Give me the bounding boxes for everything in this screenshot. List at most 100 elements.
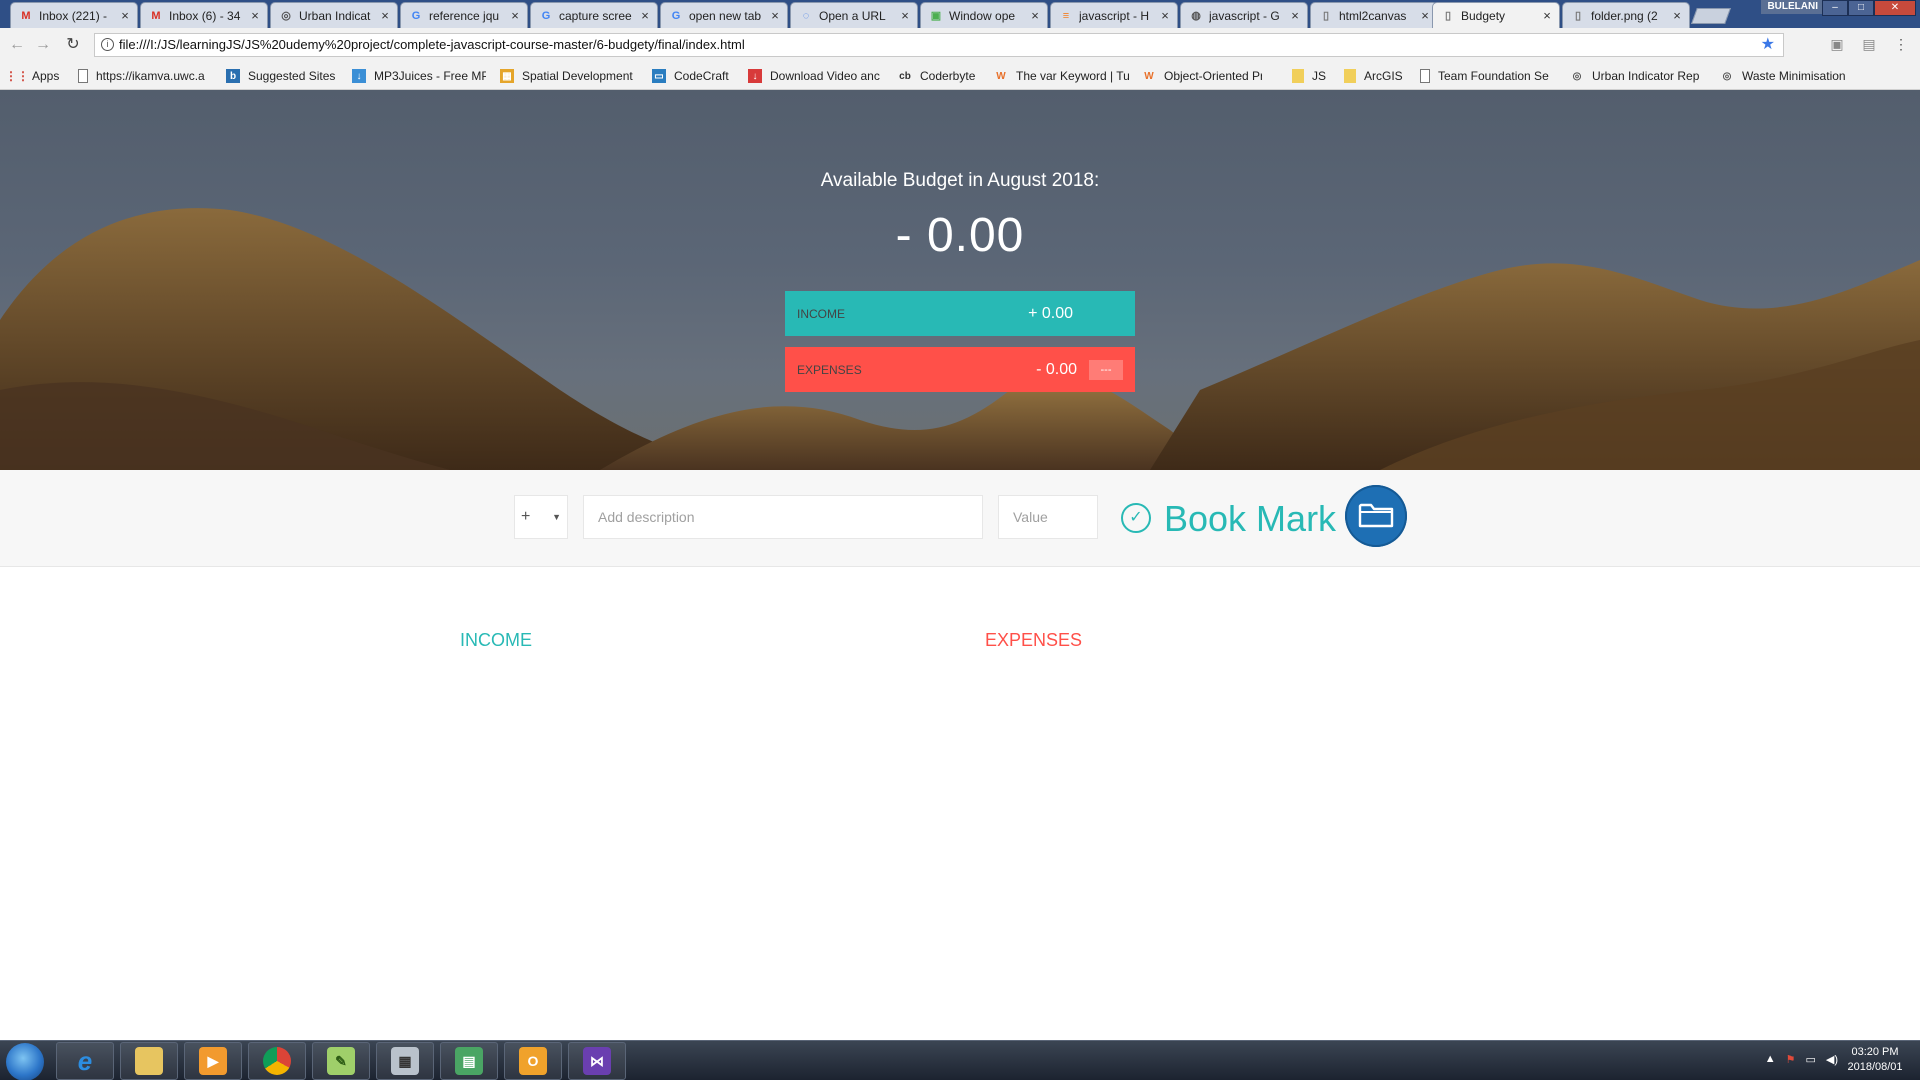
bookmark-var-keyword[interactable]: W The var Keyword | Tu	[994, 67, 1130, 85]
gmail-icon: M	[21, 9, 31, 22]
close-icon[interactable]: ×	[507, 8, 523, 23]
forward-arrow-icon[interactable]: →	[32, 34, 54, 56]
start-button[interactable]	[6, 1043, 44, 1080]
download-icon: ↓	[352, 69, 366, 83]
system-clock[interactable]: 03:20 PM 2018/08/01	[1840, 1045, 1910, 1075]
site-icon: ◎	[1572, 70, 1582, 82]
bookmark-spatial-development[interactable]: ▦ Spatial Development	[500, 67, 640, 85]
bookmark-suggested-sites[interactable]: b Suggested Sites	[226, 67, 342, 85]
show-hidden-icons-icon[interactable]: ▲	[1765, 1053, 1776, 1066]
add-value-input[interactable]	[998, 495, 1098, 539]
close-icon[interactable]: ×	[117, 8, 133, 23]
close-icon[interactable]: ×	[897, 8, 913, 23]
close-icon[interactable]: ×	[637, 8, 653, 23]
maximize-button[interactable]: □	[1848, 0, 1874, 16]
tab-inbox-221[interactable]: M Inbox (221) - ×	[10, 2, 138, 28]
bookmark-coderbyte[interactable]: cb Coderbyte	[898, 67, 998, 85]
bookmark-label: Suggested Sites	[248, 69, 336, 83]
loading-icon: ◌	[802, 9, 810, 22]
taskbar-internet-explorer[interactable]: e	[56, 1042, 114, 1080]
star-bookmark-icon[interactable]: ★	[1761, 34, 1775, 56]
tab-open-new-tab[interactable]: G open new tab ×	[660, 2, 788, 28]
close-icon[interactable]: ×	[377, 8, 393, 23]
w3-icon: W	[1144, 70, 1154, 82]
extension-icon[interactable]: ▣	[1828, 36, 1846, 54]
address-toolbar: ← → ↻ i file:///I:/JS/learningJS/JS%20ud…	[0, 28, 1920, 62]
tab-label: Inbox (6) - 34	[169, 8, 241, 23]
tab-label: Window ope	[949, 8, 1016, 23]
back-arrow-icon[interactable]: ←	[6, 34, 28, 56]
taskbar-media-player[interactable]: ▶	[184, 1042, 242, 1080]
new-tab-button[interactable]	[1691, 8, 1731, 24]
tab-window-open[interactable]: ▣ Window ope ×	[920, 2, 1048, 28]
menu-icon[interactable]: ⋮	[1892, 36, 1910, 54]
bookmark-mp3juices[interactable]: ↓ MP3Juices - Free MP	[352, 67, 486, 85]
tab-label: javascript - H	[1079, 8, 1150, 23]
add-checkmark-button[interactable]: ✓	[1121, 503, 1151, 533]
minimize-button[interactable]: –	[1822, 0, 1848, 16]
taskbar-chrome[interactable]	[248, 1042, 306, 1080]
close-icon[interactable]: ×	[1157, 8, 1173, 23]
taskbar-file-explorer[interactable]	[120, 1042, 178, 1080]
action-center-flag-icon[interactable]: ⚑	[1786, 1053, 1796, 1066]
close-icon[interactable]: ×	[1539, 8, 1555, 23]
folder-icon-button[interactable]	[1345, 485, 1407, 547]
google-icon: G	[411, 9, 421, 22]
bookmark-team-foundation[interactable]: Team Foundation Se	[1420, 67, 1556, 85]
bookmark-ikamva[interactable]: https://ikamva.uwc.a	[78, 67, 214, 85]
bookmark-urban-indicator[interactable]: ◎ Urban Indicator Rep	[1570, 67, 1706, 85]
taskbar-project[interactable]: ▤	[440, 1042, 498, 1080]
bookmark-label: Spatial Development	[522, 69, 633, 83]
bookmark-folder-arcgis[interactable]: ArcGIS	[1344, 67, 1403, 85]
close-icon[interactable]: ×	[1669, 8, 1685, 23]
reload-icon[interactable]: ↻	[62, 34, 84, 56]
bookmark-label: ArcGIS	[1364, 69, 1403, 83]
add-item-bar: + ▼ ✓ Book Mark	[0, 470, 1920, 567]
globe-icon: ◍	[1191, 10, 1201, 22]
bookmark-apps[interactable]: ⋮⋮ Apps	[10, 67, 59, 85]
bookmark-download-video[interactable]: ↓ Download Video anc	[748, 67, 884, 85]
close-icon[interactable]: ×	[767, 8, 783, 23]
income-summary: Income + 0.00	[785, 291, 1135, 336]
close-icon[interactable]: ×	[247, 8, 263, 23]
tab-label: javascript - G	[1209, 8, 1280, 23]
tab-reference-jquery[interactable]: G reference jqu ×	[400, 2, 528, 28]
clock-time: 03:20 PM	[1851, 1046, 1899, 1058]
window-close-button[interactable]: ✕	[1874, 0, 1916, 16]
tab-html2canvas[interactable]: ▯ html2canvas ×	[1310, 2, 1438, 28]
volume-icon[interactable]: ◀)	[1826, 1053, 1838, 1066]
taskbar-outlook[interactable]: O	[504, 1042, 562, 1080]
add-type-select[interactable]: + ▼	[514, 495, 568, 539]
taskbar-visual-studio[interactable]: ⋈	[568, 1042, 626, 1080]
tab-capture-screen[interactable]: G capture scree ×	[530, 2, 658, 28]
tab-open-url[interactable]: ◌ Open a URL ×	[790, 2, 918, 28]
stackoverflow-icon: ≡	[1062, 9, 1070, 22]
bookmark-waste-minimisation[interactable]: ◎ Waste Minimisation	[1720, 67, 1856, 85]
bookmark-codecraft[interactable]: ▭ CodeCraft	[652, 67, 752, 85]
tab-inbox-6[interactable]: M Inbox (6) - 34 ×	[140, 2, 268, 28]
info-icon[interactable]: i	[101, 38, 114, 51]
pdf-extension-icon[interactable]: ▤	[1860, 36, 1878, 54]
bookmark-folder-js[interactable]: JS	[1292, 67, 1326, 85]
profile-badge[interactable]: BULELANI	[1761, 0, 1824, 14]
bookmark-label: https://ikamva.uwc.a	[96, 69, 205, 83]
close-icon[interactable]: ×	[1027, 8, 1043, 23]
bookmark-label-text[interactable]: Book Mark	[1164, 498, 1336, 540]
tab-budgety[interactable]: ▯ Budgety ×	[1432, 2, 1560, 28]
tab-javascript-g[interactable]: ◍ javascript - G ×	[1180, 2, 1308, 28]
bookmark-object-oriented[interactable]: W Object-Oriented Pro	[1142, 67, 1262, 85]
tab-label: capture scree	[559, 8, 632, 23]
internet-explorer-icon: e	[77, 1045, 93, 1076]
tab-javascript-h[interactable]: ≡ javascript - H ×	[1050, 2, 1178, 28]
address-bar[interactable]: i file:///I:/JS/learningJS/JS%20udemy%20…	[94, 33, 1784, 57]
add-description-input[interactable]	[583, 495, 983, 539]
tab-urban-indicator[interactable]: ◎ Urban Indicat ×	[270, 2, 398, 28]
tab-folder-png[interactable]: ▯ folder.png (2 ×	[1562, 2, 1690, 28]
taskbar-notepad-plus[interactable]: ✎	[312, 1042, 370, 1080]
url-text: file:///I:/JS/learningJS/JS%20udemy%20pr…	[119, 37, 745, 52]
close-icon[interactable]: ×	[1417, 8, 1433, 23]
taskbar-calculator[interactable]: ▦	[376, 1042, 434, 1080]
network-icon[interactable]: ▭	[1805, 1053, 1815, 1066]
google-icon: G	[671, 9, 681, 22]
close-icon[interactable]: ×	[1287, 8, 1303, 23]
